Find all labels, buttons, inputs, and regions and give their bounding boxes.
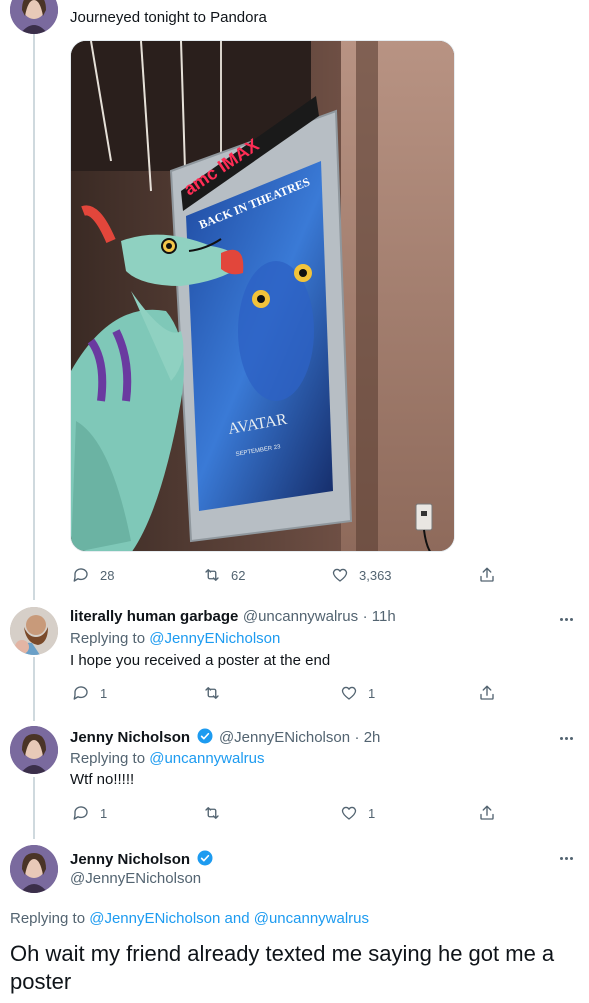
reply-button[interactable]: 28 [72,566,114,584]
mention-and: and [224,910,250,927]
thread-line-top [33,34,35,600]
like-button[interactable]: 1 [340,684,375,702]
share-icon [480,805,494,820]
reply-icon [73,806,88,820]
reply-button[interactable]: 1 [72,684,107,702]
more-dot-icon [559,856,563,860]
more-dot-icon [569,617,573,621]
heart-icon [332,568,348,582]
photo-image: amc IMAX BACK IN THEATRES AVATAR SEPTEMB… [71,41,454,551]
reply-count: 28 [100,567,115,583]
mention-link[interactable]: @JennyENicholson [89,910,220,927]
more-options-button[interactable] [557,610,575,628]
more-dot-icon [559,736,563,740]
more-dot-icon [559,617,563,621]
verified-badge-icon [197,728,213,744]
reply-header: literally human garbage @uncannywalrus ·… [70,608,396,626]
retweet-button[interactable] [203,804,221,822]
verified-badge-icon [197,850,213,866]
more-dot-icon [564,617,568,621]
display-name[interactable]: Jenny Nicholson [70,851,190,868]
username[interactable]: @JennyENicholson [219,729,350,746]
thread-line-reply-1 [33,657,35,721]
avatar[interactable] [10,845,58,893]
username[interactable]: @JennyENicholson [70,870,201,887]
username[interactable]: @uncannywalrus [243,608,358,625]
retweet-icon [205,687,219,699]
retweet-count: 62 [231,567,246,583]
author-name-row: Jenny Nicholson [70,849,214,869]
like-button[interactable]: 3,363 [331,566,392,584]
like-count: 1 [368,805,376,821]
replying-to: Replying to @JennyENicholson [70,630,280,647]
reply-text: Wtf no!!!!! [70,771,135,788]
display-name[interactable]: Jenny Nicholson [70,729,190,746]
mention-link[interactable]: @uncannywalrus [149,750,264,767]
retweet-button[interactable]: 62 [203,566,245,584]
timestamp[interactable]: · 2h [355,729,381,746]
share-button[interactable] [478,684,496,702]
like-count: 1 [368,685,376,701]
replying-to-label: Replying to [70,630,146,647]
timestamp[interactable]: · 11h [363,608,396,625]
thread-line-reply-2 [33,777,35,839]
retweet-icon [205,807,219,819]
avatar[interactable] [10,0,58,34]
more-dot-icon [569,736,573,740]
avatar-image [10,845,58,893]
replying-to-label: Replying to [10,910,86,927]
avatar-image [10,0,58,34]
more-options-button[interactable] [557,729,575,747]
reply-count: 1 [100,805,108,821]
tweet-text: Journeyed tonight to Pandora [70,9,267,26]
share-icon [480,685,494,700]
tweet-photo[interactable]: amc IMAX BACK IN THEATRES AVATAR SEPTEMB… [70,40,455,552]
like-count: 3,363 [359,567,392,583]
avatar-image [10,607,58,655]
more-dot-icon [564,856,568,860]
reply-count: 1 [100,685,108,701]
avatar-image [10,726,58,774]
reply-icon [73,686,88,700]
replying-to: Replying to @JennyENicholson and @uncann… [10,910,369,927]
share-icon [480,567,494,582]
like-button[interactable]: 1 [340,804,375,822]
reply-icon [73,568,88,582]
retweet-icon [205,569,219,581]
mention-link[interactable]: @uncannywalrus [254,910,369,927]
main-tweet-text: Oh wait my friend already texted me sayi… [10,941,555,994]
share-button[interactable] [478,566,496,584]
share-button[interactable] [478,804,496,822]
avatar[interactable] [10,607,58,655]
display-name[interactable]: literally human garbage [70,608,238,625]
heart-icon [341,806,357,820]
replying-to: Replying to @uncannywalrus [70,750,265,767]
more-dot-icon [564,736,568,740]
reply-button[interactable]: 1 [72,804,107,822]
retweet-button[interactable] [203,684,221,702]
reply-header: Jenny Nicholson @JennyENicholson · 2h [70,727,380,747]
mention-link[interactable]: @JennyENicholson [149,630,280,647]
more-options-button[interactable] [557,849,575,867]
more-dot-icon [569,856,573,860]
heart-icon [341,686,357,700]
replying-to-label: Replying to [70,750,146,767]
avatar[interactable] [10,726,58,774]
reply-text: I hope you received a poster at the end [70,652,331,669]
